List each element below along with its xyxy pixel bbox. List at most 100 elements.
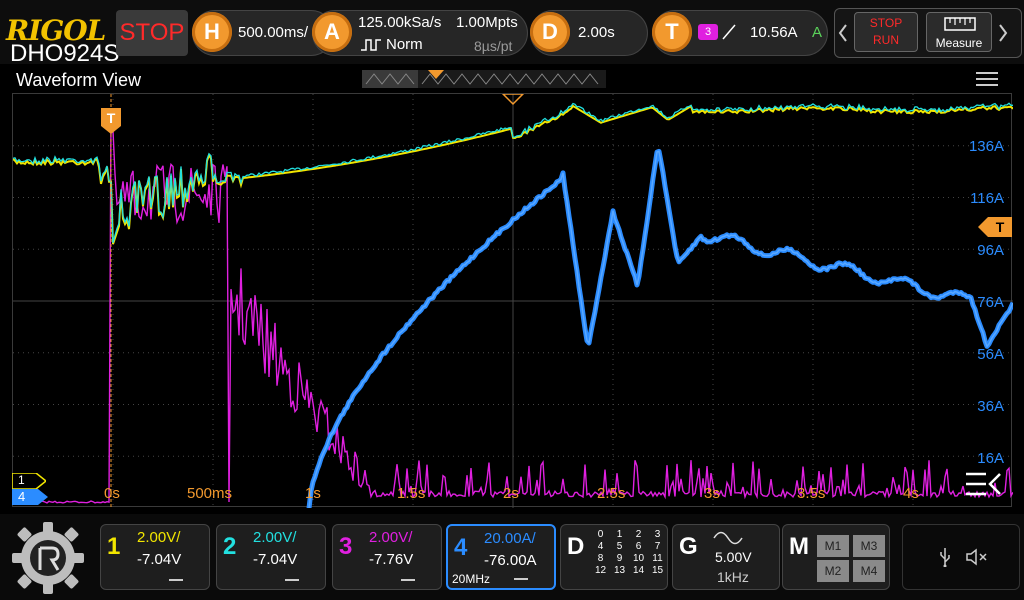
time-axis-label: 2s <box>503 485 519 502</box>
digital-channel-number: 11 <box>652 553 663 564</box>
math-panel[interactable]: M M1 M3 M2 M4 <box>782 524 890 590</box>
digital-channel-number: 12 <box>594 565 607 576</box>
math-label: M <box>789 533 809 560</box>
collapse-menu-icon[interactable] <box>964 470 1004 498</box>
ch4-amplitude-label: 36A <box>977 398 1004 415</box>
measure-button[interactable]: Measure <box>926 12 992 52</box>
ch4-amplitude-label: 76A <box>977 294 1004 311</box>
digital-channel-number: 0 <box>597 529 604 540</box>
math-m4-button[interactable]: M4 <box>853 560 885 582</box>
rigol-gear-logo[interactable] <box>10 520 86 596</box>
ch3-dc-coupling-icon <box>401 579 415 585</box>
generator-label: G <box>679 533 698 560</box>
ch4-scale: 20.00A/ <box>484 530 536 547</box>
digital-label: D <box>567 533 585 560</box>
waveform-view-title: Waveform View <box>16 70 142 90</box>
graticule <box>13 94 1013 508</box>
ch1-scale: 2.00V/ <box>137 529 181 546</box>
time-axis-label: 4s <box>903 485 919 502</box>
generator-amplitude: 5.00V <box>715 549 752 565</box>
ch4-amplitude-label: 56A <box>977 346 1004 363</box>
digital-channel-number: 13 <box>613 565 626 576</box>
ch3-offset: -7.76V <box>369 551 414 568</box>
stop-run-button[interactable]: STOP RUN <box>854 12 918 52</box>
ch4-ground-marker[interactable]: 4 <box>12 489 48 505</box>
time-axis-label: 1s <box>305 485 321 502</box>
trigger-level: 10.56A <box>750 24 798 41</box>
time-axis-label: 3.5s <box>797 485 826 502</box>
ch4-bandwidth-limit: 20MHz <box>452 572 491 586</box>
sample-rate: 125.00kSa/s <box>358 14 442 31</box>
memory-overview-bar[interactable] <box>362 70 606 88</box>
trigger-level-label: T <box>995 219 1005 235</box>
sine-wave-icon <box>713 531 743 545</box>
chevron-left-icon[interactable] <box>838 24 848 42</box>
time-per-point: 8µs/pt <box>474 38 513 54</box>
model-name: DHO924S <box>10 40 120 67</box>
trigger-status: A <box>812 24 823 41</box>
time-axis-label: 2.5s <box>597 485 626 502</box>
digital-panel[interactable]: D 0 1 2 3 4 5 6 7 8 9 10 11 12 13 14 15 <box>560 524 668 590</box>
ch3-number: 3 <box>339 533 353 560</box>
bottom-channel-bar: 1 2.00V/ -7.04V 2 2.00V/ -7.04V 3 2.00V/… <box>0 514 1024 600</box>
ch4-offset: -76.00A <box>484 552 537 569</box>
top-status-bar: RIGOL DHO924S STOP H 500.00ms/ A 125.00k… <box>0 0 1024 67</box>
timebase-value: 500.00ms/ <box>238 24 309 41</box>
ch4-amplitude-label: 116A <box>970 190 1004 207</box>
digital-channel-number: 1 <box>616 529 623 540</box>
digital-channel-number: 5 <box>616 541 623 552</box>
memory-depth: 1.00Mpts <box>456 14 518 31</box>
ch2-offset: -7.04V <box>253 551 298 568</box>
time-axis-label: 500ms <box>187 485 233 502</box>
horizontal-badge: H <box>192 12 232 52</box>
math-m1-button[interactable]: M1 <box>817 535 849 557</box>
speaker-muted-icon[interactable] <box>965 547 989 567</box>
acquire-badge: A <box>312 12 352 52</box>
ch3-scale: 2.00V/ <box>369 529 413 546</box>
digital-channel-number: 6 <box>635 541 642 552</box>
digital-channel-number: 15 <box>651 565 664 576</box>
rising-edge-icon <box>722 24 736 40</box>
ch4-marker-label: 4 <box>18 489 26 504</box>
run-label: RUN <box>873 33 899 47</box>
digital-channel-number: 10 <box>632 553 645 564</box>
run-state-indicator[interactable]: STOP <box>116 10 188 56</box>
digital-channel-number: 4 <box>597 541 604 552</box>
digital-channel-number: 7 <box>654 541 661 552</box>
ch1-panel[interactable]: 1 2.00V/ -7.04V <box>100 524 210 590</box>
ch4-panel[interactable]: 4 20.00A/ -76.00A 20MHz <box>446 524 556 590</box>
ch4-number: 4 <box>454 534 468 561</box>
time-axis-label: 1.5s <box>397 485 426 502</box>
ch2-scale: 2.00V/ <box>253 529 297 546</box>
chevron-right-icon[interactable] <box>998 24 1008 42</box>
waveform-canvas <box>12 93 1016 509</box>
stop-label: STOP <box>869 16 903 30</box>
ch1-ground-marker[interactable]: 1 <box>11 472 48 490</box>
ruler-icon <box>944 17 976 31</box>
ch1-number: 1 <box>107 533 121 560</box>
delay-badge: D <box>530 12 570 52</box>
ch4-amplitude-label: 136A <box>968 138 1004 155</box>
generator-panel[interactable]: G 5.00V 1kHz <box>672 524 780 590</box>
trigger-position-marker[interactable]: T <box>101 108 121 134</box>
ch2-number: 2 <box>223 533 237 560</box>
trigger-level-marker[interactable]: T <box>978 217 1012 237</box>
digital-channel-grid: 0 1 2 3 4 5 6 7 8 9 10 11 12 13 14 15 <box>591 529 667 577</box>
generator-frequency: 1kHz <box>717 569 749 585</box>
ch4-amplitude-label: 16A <box>977 450 1004 467</box>
usb-icon <box>940 548 950 567</box>
trigger-marker-label: T <box>106 110 116 126</box>
digital-channel-number: 3 <box>654 529 661 540</box>
time-axis-label: 3s <box>704 485 720 502</box>
menu-icon[interactable] <box>976 72 998 88</box>
digital-channel-number: 2 <box>635 529 642 540</box>
ch4-trace <box>306 148 1016 509</box>
ch3-panel[interactable]: 3 2.00V/ -7.76V <box>332 524 442 590</box>
ch2-panel[interactable]: 2 2.00V/ -7.04V <box>216 524 326 590</box>
math-m2-button[interactable]: M2 <box>817 560 849 582</box>
math-m3-button[interactable]: M3 <box>853 535 885 557</box>
waveform-grid[interactable] <box>12 93 1016 509</box>
digital-channel-number: 9 <box>616 553 623 564</box>
ch4-amplitude-label: 96A <box>977 242 1004 259</box>
delay-value: 2.00s <box>578 24 615 41</box>
